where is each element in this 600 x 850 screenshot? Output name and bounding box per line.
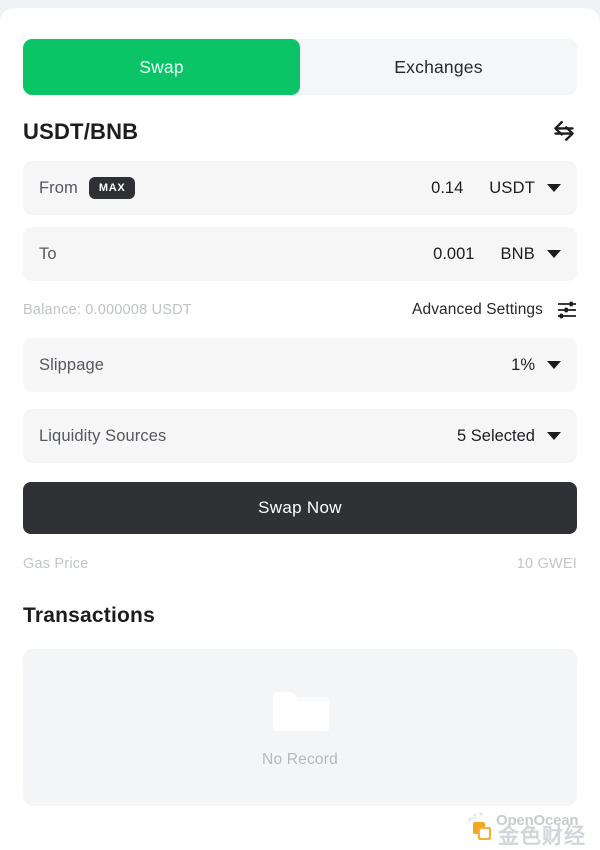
liquidity-sources-row[interactable]: Liquidity Sources 5 Selected xyxy=(23,409,577,463)
to-chevron-down-icon[interactable] xyxy=(547,250,561,258)
swap-now-button[interactable]: Swap Now xyxy=(23,482,577,534)
slippage-chevron-down-icon[interactable] xyxy=(547,361,561,369)
page-title: USDT/BNB xyxy=(23,119,139,144)
to-label: To xyxy=(39,244,57,263)
gas-price-value: 10 GWEI xyxy=(516,556,577,572)
liquidity-sources-value: 5 Selected xyxy=(457,426,535,445)
to-amount-input[interactable]: 0.001 xyxy=(433,245,474,264)
tab-exchanges[interactable]: Exchanges xyxy=(300,39,577,95)
from-label: From xyxy=(39,178,78,197)
slippage-row[interactable]: Slippage 1% xyxy=(23,338,577,392)
liquidity-chevron-down-icon[interactable] xyxy=(547,432,561,440)
from-field-row[interactable]: From MAX 0.14 USDT xyxy=(23,161,577,215)
liquidity-sources-label: Liquidity Sources xyxy=(39,426,167,445)
tab-swap[interactable]: Swap xyxy=(23,39,300,95)
tab-swap-label: Swap xyxy=(139,56,184,77)
transactions-empty-card: No Record xyxy=(23,649,577,806)
advanced-settings-label: Advanced Settings xyxy=(412,301,543,318)
app-card: Swap Exchanges USDT/BNB From MAX 0.14 US… xyxy=(0,8,600,850)
pair-header: USDT/BNB xyxy=(23,115,577,149)
swap-horizontal-icon[interactable] xyxy=(551,119,577,145)
gas-price-row: Gas Price 10 GWEI xyxy=(23,554,577,574)
watermark-overlay-text: 金色财经 xyxy=(498,825,586,848)
watermark: OpenOcean 金色财经 xyxy=(464,808,592,848)
to-field-row[interactable]: To 0.001 BNB xyxy=(23,227,577,281)
sliders-icon xyxy=(558,301,576,319)
no-record-text: No Record xyxy=(262,750,338,768)
balance-text: Balance: 0.000008 USDT xyxy=(23,302,192,318)
slippage-value: 1% xyxy=(511,355,535,374)
from-amount-input[interactable]: 0.14 xyxy=(431,179,463,198)
from-token-label[interactable]: USDT xyxy=(489,179,535,198)
from-chevron-down-icon[interactable] xyxy=(547,184,561,192)
tab-bar: Swap Exchanges xyxy=(23,39,577,95)
tab-exchanges-label: Exchanges xyxy=(394,56,483,77)
folder-icon xyxy=(273,691,329,731)
slippage-label: Slippage xyxy=(39,355,105,374)
advanced-settings-button[interactable]: Advanced Settings xyxy=(412,301,577,319)
gas-price-label: Gas Price xyxy=(23,556,89,572)
swap-now-label: Swap Now xyxy=(258,498,342,517)
meta-row: Balance: 0.000008 USDT Advanced Settings xyxy=(23,299,577,321)
to-token-label[interactable]: BNB xyxy=(500,245,535,264)
transactions-heading: Transactions xyxy=(23,604,155,627)
max-button[interactable]: MAX xyxy=(88,177,136,199)
openocean-logo-icon xyxy=(466,812,491,840)
